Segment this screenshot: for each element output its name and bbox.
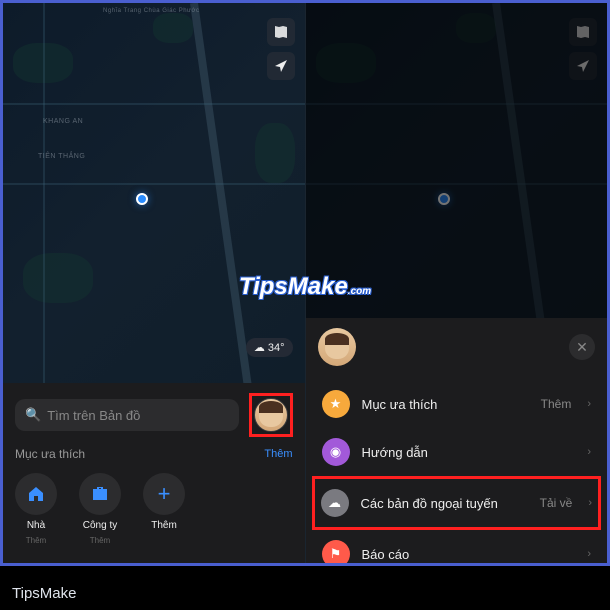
menu-action: Tải về — [540, 496, 573, 510]
footer-brand: TipsMake — [12, 585, 76, 602]
star-icon: ★ — [322, 390, 350, 418]
menu-label: Các bản đồ ngoại tuyến — [361, 496, 528, 511]
favorite-add[interactable]: + Thêm — [143, 473, 185, 545]
side-by-side-screenshots: KHANG AN TIÊN THẮNG Nghĩa Trang Chùa Giá… — [0, 0, 610, 566]
locate-button[interactable] — [267, 52, 295, 80]
map-label: KHANG AN — [43, 118, 83, 125]
location-icon: ◉ — [322, 438, 350, 466]
cloud-icon: ☁ — [254, 341, 265, 354]
favorite-label: Thêm — [151, 520, 177, 531]
chevron-right-icon: › — [587, 398, 591, 410]
watermark: TipsMake.com — [239, 273, 371, 301]
menu-offline-maps[interactable]: ☁ Các bản đồ ngoại tuyến Tải về › — [312, 476, 602, 530]
menu-label: Mục ưa thích — [362, 397, 529, 412]
favorite-label: Công ty — [83, 520, 117, 531]
profile-menu-sheet: ✕ ★ Mục ưa thích Thêm › ◉ Hướng dẫn › ☁ … — [306, 318, 608, 563]
user-location-dot — [438, 193, 450, 205]
close-icon: ✕ — [576, 339, 588, 356]
bottom-sheet: 🔍 Tìm trên Bản đồ Mục ưa thích Thêm Nhà … — [3, 383, 305, 563]
menu-label: Báo cáo — [362, 547, 576, 562]
favorites-title: Mục ưa thích — [15, 447, 85, 461]
chevron-right-icon: › — [588, 497, 592, 509]
favorite-sublabel: Thêm — [26, 536, 46, 545]
map-controls — [267, 18, 295, 80]
map-mode-button[interactable] — [267, 18, 295, 46]
weather-badge[interactable]: ☁ 34° — [246, 338, 293, 357]
locate-button[interactable] — [569, 52, 597, 80]
user-location-dot — [136, 193, 148, 205]
menu-report[interactable]: ⚑ Báo cáo › — [318, 530, 596, 563]
cloud-download-icon: ☁ — [321, 489, 349, 517]
menu-label: Hướng dẫn — [362, 445, 576, 460]
map-mode-button[interactable] — [569, 18, 597, 46]
favorites-row: Nhà Thêm Công ty Thêm + Thêm — [15, 469, 293, 553]
profile-avatar-large[interactable] — [318, 328, 356, 366]
home-icon — [15, 473, 57, 515]
close-button[interactable]: ✕ — [569, 334, 595, 360]
search-placeholder: Tìm trên Bản đồ — [47, 408, 140, 423]
menu-action: Thêm — [541, 397, 572, 411]
chevron-right-icon: › — [587, 548, 591, 560]
menu-favorites[interactable]: ★ Mục ưa thích Thêm › — [318, 380, 596, 428]
weather-temp: 34° — [268, 342, 285, 354]
favorites-add-link[interactable]: Thêm — [264, 448, 292, 460]
favorite-sublabel: Thêm — [90, 536, 110, 545]
favorite-work[interactable]: Công ty Thêm — [79, 473, 121, 545]
profile-avatar[interactable] — [254, 398, 288, 432]
map-label: Nghĩa Trang Chùa Giác Phước — [103, 8, 200, 14]
plus-icon: + — [143, 473, 185, 515]
map-label: TIÊN THẮNG — [38, 153, 85, 160]
favorite-sublabel — [163, 536, 165, 545]
flag-icon: ⚑ — [322, 540, 350, 563]
briefcase-icon — [79, 473, 121, 515]
chevron-right-icon: › — [587, 446, 591, 458]
search-icon: 🔍 — [25, 407, 41, 423]
favorite-home[interactable]: Nhà Thêm — [15, 473, 57, 545]
avatar-highlight — [249, 393, 293, 437]
search-input[interactable]: 🔍 Tìm trên Bản đồ — [15, 399, 239, 431]
menu-guides[interactable]: ◉ Hướng dẫn › — [318, 428, 596, 476]
favorite-label: Nhà — [27, 520, 45, 531]
